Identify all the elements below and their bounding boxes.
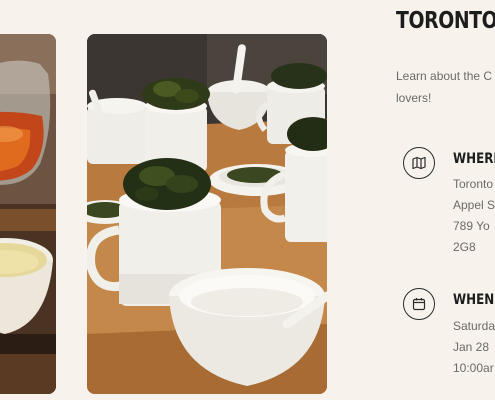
when-line: 10:00ar [453,361,494,375]
calendar-icon [403,288,435,320]
when-details: Saturda Jan 28 10:00ar [453,316,495,379]
event-intro: Learn about the C lovers! [396,65,495,109]
where-line: Appel S [453,198,495,212]
tea-pouring-photo [0,34,56,394]
where-line: Toronto [453,177,494,191]
when-heading: WHEN [453,292,495,308]
where-line: 789 Yo [453,219,490,233]
where-details: Toronto Appel S 789 Yo 2G8 [453,174,495,258]
where-heading: WHERE [453,151,495,167]
tea-tasting-cups-photo [87,34,327,394]
when-line: Jan 28 [453,340,490,354]
event-page: TORONTO Learn about the C lovers! WHERE … [0,0,495,400]
map-icon [403,147,435,179]
intro-line: Learn about the C [396,69,493,83]
where-line: 2G8 [453,240,476,254]
event-title: TORONTO [396,8,495,34]
when-line: Saturda [453,319,495,333]
intro-line: lovers! [396,91,432,105]
